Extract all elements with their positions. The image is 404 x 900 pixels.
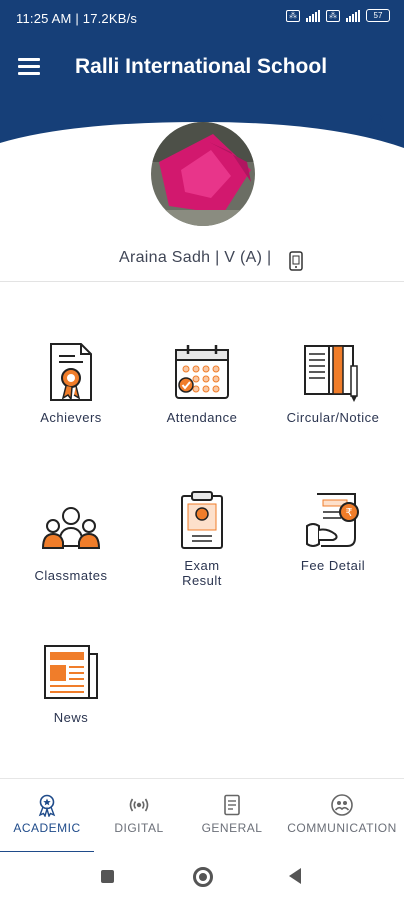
calendar-icon xyxy=(175,345,229,399)
bell-icon[interactable] xyxy=(364,112,388,138)
tile-label: Circular/Notice xyxy=(286,410,380,425)
certificate-icon xyxy=(50,343,92,402)
tile-classmates[interactable]: Classmates xyxy=(6,498,136,583)
status-icons: ⁂ ⁂ 57 xyxy=(286,9,390,22)
document-icon xyxy=(224,794,240,816)
clipboard-icon xyxy=(181,491,223,549)
tab-label: ACADEMIC xyxy=(13,821,81,835)
tab-label: COMMUNICATION xyxy=(287,821,397,835)
tile-attendance[interactable]: Attendance xyxy=(137,340,267,425)
signal-icon xyxy=(306,9,320,22)
newspaper-icon xyxy=(44,645,98,699)
broadcast-icon xyxy=(129,798,149,812)
divider xyxy=(0,281,404,282)
tile-circular-notice[interactable]: Circular/Notice xyxy=(268,340,398,425)
page-title: Ralli International School xyxy=(75,55,328,78)
signal2-icon xyxy=(346,9,360,22)
phone-icon[interactable] xyxy=(289,251,303,271)
tile-label: Achievers xyxy=(40,410,102,425)
tile-label: Fee Detail xyxy=(300,558,366,573)
home-button[interactable] xyxy=(193,867,213,887)
back-button[interactable] xyxy=(289,868,301,884)
recents-button[interactable] xyxy=(101,870,114,883)
communication-icon xyxy=(331,794,353,816)
tile-fee-detail[interactable]: ₹ Fee Detail xyxy=(268,488,398,573)
svg-text:₹: ₹ xyxy=(346,506,353,519)
book-icon xyxy=(304,345,358,402)
tab-digital[interactable]: DIGITAL xyxy=(96,793,182,835)
bottom-nav: ACADEMIC DIGITAL GENERAL COMMUNICATION xyxy=(0,778,404,853)
menu-button[interactable] xyxy=(18,58,40,78)
tile-label: Exam Result xyxy=(182,558,222,588)
academic-icon xyxy=(38,794,56,817)
receipt-icon: ₹ xyxy=(306,493,359,547)
tile-label: News xyxy=(53,710,89,725)
avatar[interactable] xyxy=(151,122,255,226)
tile-news[interactable]: News xyxy=(6,640,136,725)
tab-label: GENERAL xyxy=(201,821,263,835)
tab-general[interactable]: GENERAL xyxy=(190,793,274,835)
battery-icon: 57 xyxy=(366,9,390,22)
tab-label: DIGITAL xyxy=(114,821,164,835)
tile-exam-result[interactable]: Exam Result xyxy=(137,488,267,588)
sim2-icon: ⁂ xyxy=(326,9,340,22)
tile-label: Attendance xyxy=(166,410,238,425)
system-nav-bar xyxy=(0,852,404,900)
people-icon xyxy=(41,507,101,549)
tile-label: Classmates xyxy=(34,568,108,583)
tile-achievers[interactable]: Achievers xyxy=(6,340,136,425)
tab-communication[interactable]: COMMUNICATION xyxy=(282,793,402,835)
sim1-icon: ⁂ xyxy=(286,9,300,22)
tab-academic[interactable]: ACADEMIC xyxy=(0,793,94,835)
status-bar: 11:25 AM | 17.2KB/s ⁂ ⁂ 57 xyxy=(0,0,404,38)
status-time: 11:25 AM | 17.2KB/s xyxy=(16,11,138,26)
student-name: Araina Sadh | V (A) | xyxy=(119,249,272,266)
